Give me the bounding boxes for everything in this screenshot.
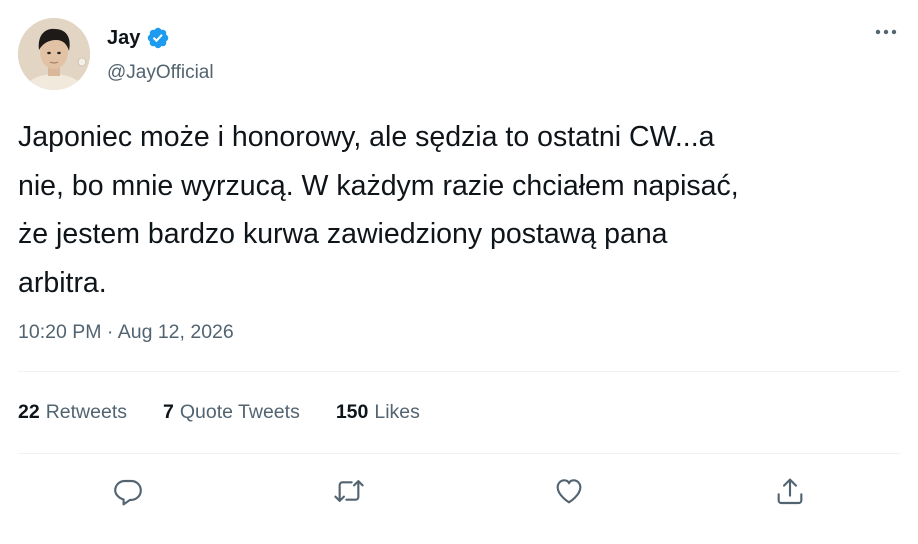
tweet-text: Japoniec może i honorowy, ale sędzia to …: [18, 121, 739, 299]
divider: [18, 371, 900, 372]
divider: [18, 453, 900, 454]
like-button[interactable]: [552, 474, 586, 508]
likes-label: Likes: [374, 401, 420, 423]
retweets-count: 22: [18, 401, 40, 423]
likes-count: 150: [335, 401, 369, 423]
tweet-timestamp[interactable]: 10:20 PM · Aug 12, 2026: [18, 318, 234, 346]
retweet-button[interactable]: [332, 474, 366, 508]
quote-tweets-stat[interactable]: 7 Quote Tweets: [163, 397, 300, 427]
retweets-label: Retweets: [45, 401, 127, 423]
reply-icon: [114, 479, 142, 506]
retweets-stat[interactable]: 22 Retweets: [18, 397, 127, 427]
reply-button[interactable]: [111, 474, 145, 508]
user-handle[interactable]: @JayOfficial: [107, 61, 214, 85]
avatar[interactable]: [18, 18, 90, 90]
retweet-icon: [334, 480, 364, 502]
quote-tweets-label: Quote Tweets: [179, 401, 300, 423]
engagement-stats: 22 Retweets 7 Quote Tweets 150 Likes: [18, 397, 420, 427]
share-button[interactable]: [773, 474, 807, 508]
quote-tweets-count: 7: [163, 401, 174, 423]
display-name[interactable]: Jay: [107, 26, 140, 50]
like-icon: [556, 479, 582, 504]
likes-stat[interactable]: 150 Likes: [336, 397, 420, 427]
share-icon: [777, 478, 803, 505]
more-dots-icon[interactable]: [872, 20, 900, 44]
verified-badge-icon: [146, 26, 170, 50]
